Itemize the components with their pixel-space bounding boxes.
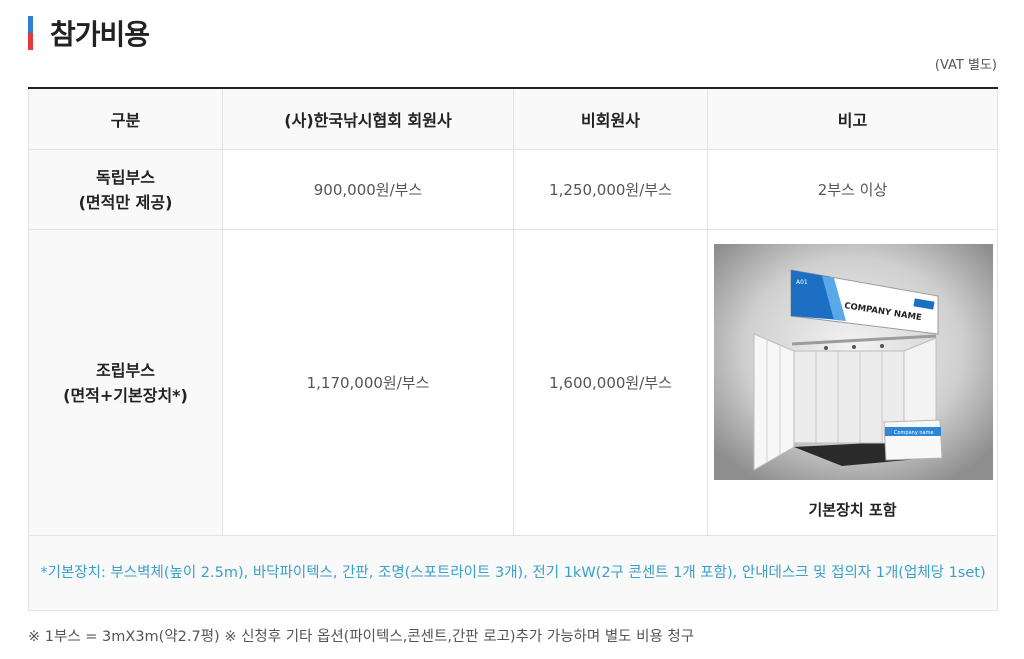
- booth-caption: 기본장치 포함: [808, 501, 897, 519]
- vat-note: (VAT 별도): [934, 58, 997, 73]
- header-remark: 비고: [707, 87, 998, 150]
- booth-size-footnote: ※ 1부스 = 3mX3m(약2.7평) ※ 신청후 기타 옵션(파이텍스,콘센…: [28, 629, 695, 645]
- category-name: 조립부스: [96, 360, 155, 380]
- category-desc: (면적만 제공): [78, 192, 173, 212]
- accent-blue-segment: [28, 16, 33, 33]
- booth-illustration: A01 COMPANY NAME Company name: [714, 244, 993, 480]
- remark-cell: A01 COMPANY NAME Company name 기본장치 포함: [707, 229, 998, 536]
- fee-table: 구분 (사)한국낚시협회 회원사 비회원사 비고 독립부스 (면적만 제공) 9…: [28, 87, 998, 611]
- booth-left-wall: [753, 333, 795, 471]
- category-cell: 독립부스 (면적만 제공): [28, 149, 223, 230]
- table-row: 독립부스 (면적만 제공) 900,000원/부스 1,250,000원/부스 …: [28, 149, 998, 230]
- header-nonmember: 비회원사: [513, 87, 708, 150]
- section-header: 참가비용: [28, 14, 150, 52]
- spotlight-icon: [824, 346, 828, 350]
- info-desk: [883, 419, 943, 461]
- member-price: 900,000원/부스: [222, 149, 514, 230]
- table-note-row: *기본장치: 부스벽체(높이 2.5m), 바닥파이텍스, 간판, 조명(스포트…: [28, 535, 998, 611]
- table-header-row: 구분 (사)한국낚시협회 회원사 비회원사 비고: [28, 87, 998, 150]
- spotlight-icon: [880, 344, 884, 348]
- category-cell: 조립부스 (면적+기본장치*): [28, 229, 223, 536]
- table-row: 조립부스 (면적+기본장치*) 1,170,000원/부스 1,600,000원…: [28, 229, 998, 536]
- category-name: 독립부스: [96, 167, 155, 187]
- title-accent-bar: [28, 16, 33, 50]
- category-desc: (면적+기본장치*): [63, 385, 188, 405]
- booth-badge: A01: [796, 279, 808, 286]
- nonmember-price: 1,250,000원/부스: [513, 149, 708, 230]
- header-category: 구분: [28, 87, 223, 150]
- nonmember-price: 1,600,000원/부스: [513, 229, 708, 536]
- page-title: 참가비용: [50, 18, 150, 51]
- spotlight-icon: [852, 345, 856, 349]
- member-price: 1,170,000원/부스: [222, 229, 514, 536]
- remark-cell: 2부스 이상: [707, 149, 998, 230]
- desk-label: Company name: [894, 430, 934, 436]
- equipment-note: *기본장치: 부스벽체(높이 2.5m), 바닥파이텍스, 간판, 조명(스포트…: [28, 535, 998, 611]
- header-member: (사)한국낚시협회 회원사: [222, 87, 514, 150]
- accent-red-segment: [28, 33, 33, 50]
